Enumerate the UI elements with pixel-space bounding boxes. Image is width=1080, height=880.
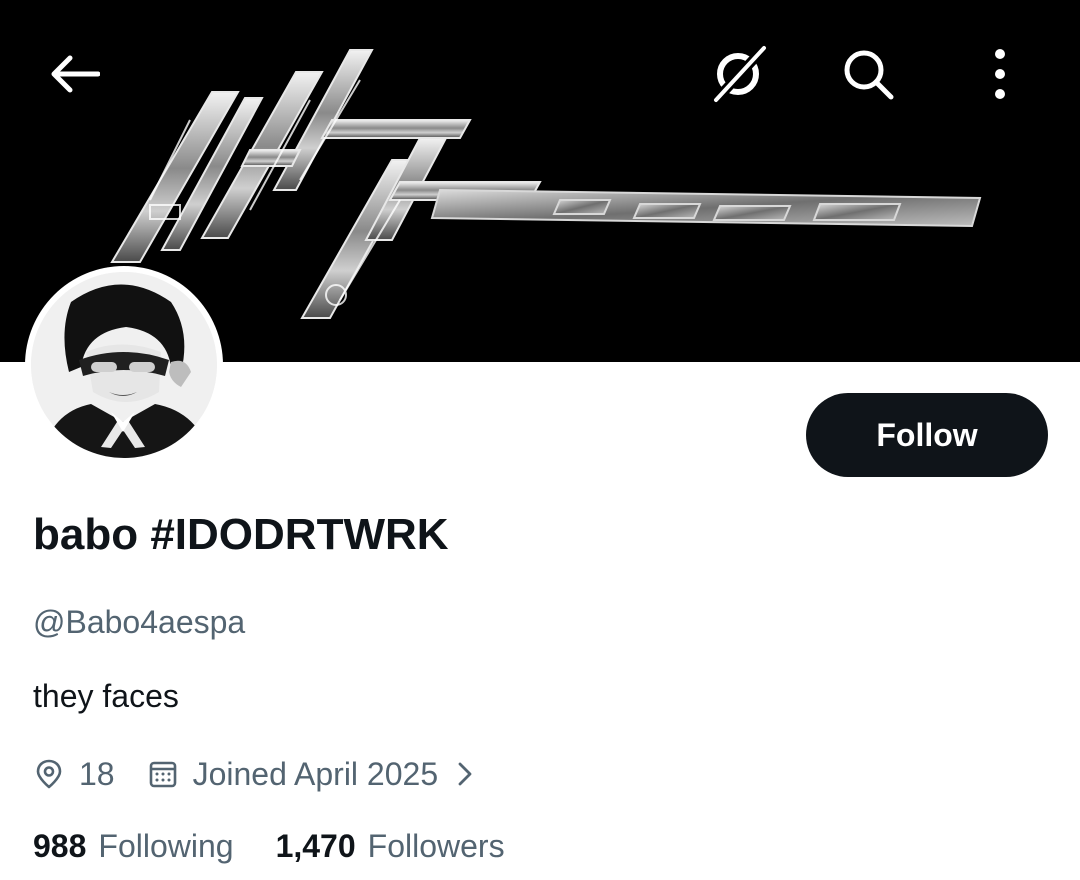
grok-slash-circle-icon: [712, 44, 768, 104]
grok-button[interactable]: [706, 42, 770, 106]
following-stat[interactable]: 988 Following: [33, 828, 234, 865]
vertical-dots-icon: [995, 49, 1005, 99]
location-text: 18: [79, 755, 115, 792]
search-button[interactable]: [836, 42, 900, 106]
follow-button[interactable]: Follow: [806, 393, 1048, 477]
user-handle: @Babo4aespa: [33, 604, 246, 640]
profile-meta-row: 18 Joined April 2025: [33, 752, 474, 796]
calendar-icon: [147, 758, 179, 790]
chevron-right-icon: [456, 760, 474, 788]
followers-stat[interactable]: 1,470 Followers: [276, 828, 505, 865]
avatar[interactable]: [25, 266, 223, 464]
following-count: 988: [33, 828, 87, 864]
follow-stats: 988 Following 1,470 Followers: [33, 828, 505, 865]
profile-bio: they faces: [33, 678, 179, 714]
arrow-left-icon: [51, 55, 100, 93]
following-label: Following: [98, 828, 234, 864]
profile-page: Follow babo #IDODRTWRK @Babo4aespa they …: [0, 0, 1080, 880]
joined-date-item[interactable]: Joined April 2025: [147, 756, 475, 793]
avatar-image: [31, 272, 217, 458]
back-button[interactable]: [42, 42, 106, 106]
more-options-button[interactable]: [968, 42, 1032, 106]
display-name: babo #IDODRTWRK: [33, 510, 449, 559]
location-pin-icon: [33, 758, 65, 790]
search-icon: [844, 50, 894, 100]
followers-label: Followers: [367, 828, 505, 864]
joined-date-text: Joined April 2025: [192, 755, 439, 792]
followers-count: 1,470: [275, 828, 356, 864]
location-item: 18: [33, 756, 115, 793]
